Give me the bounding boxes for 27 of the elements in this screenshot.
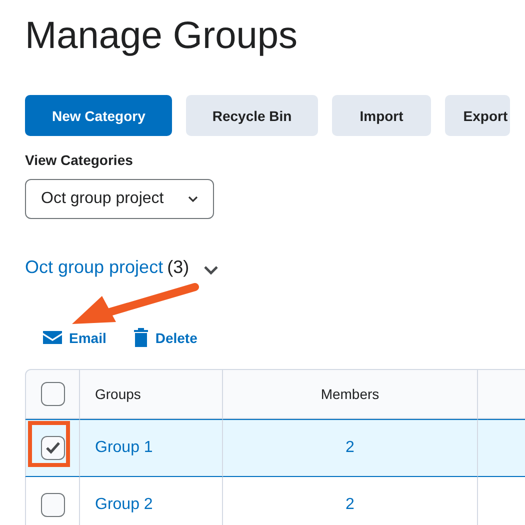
envelope-icon (43, 331, 62, 344)
member-count-link[interactable]: 2 (346, 439, 354, 456)
email-button[interactable]: Email (43, 328, 106, 347)
toolbar-button[interactable]: Import (332, 95, 432, 136)
checkmark-icon (44, 441, 60, 455)
category-dropdown[interactable]: Oct group project (25, 179, 214, 219)
column-header: Groups (80, 369, 223, 419)
chevron-down-icon[interactable] (203, 264, 220, 274)
toolbar-button[interactable]: Export (445, 95, 510, 136)
highlight-frame (28, 421, 70, 467)
page-title: Manage Groups (25, 14, 298, 58)
member-count-link[interactable]: 2 (346, 496, 354, 513)
trash-icon (134, 328, 148, 347)
group-link[interactable]: Group 2 (95, 496, 153, 513)
category-link[interactable]: Oct group project (25, 257, 164, 278)
table-row[interactable]: Group 2 2 (25, 477, 525, 525)
delete-button[interactable]: Delete (134, 328, 198, 347)
checkbox[interactable] (40, 382, 64, 406)
field-label: View Categories (25, 152, 134, 168)
group-link[interactable]: Group 1 (95, 439, 153, 456)
group-count: (3) (167, 257, 190, 278)
toolbar-button[interactable]: New Category (25, 95, 172, 136)
chevron-down-icon (187, 195, 199, 203)
checkbox[interactable] (40, 436, 64, 460)
column-header: Members (223, 369, 478, 419)
toolbar-button[interactable]: Recycle Bin (186, 95, 318, 136)
checkbox[interactable] (40, 493, 64, 517)
